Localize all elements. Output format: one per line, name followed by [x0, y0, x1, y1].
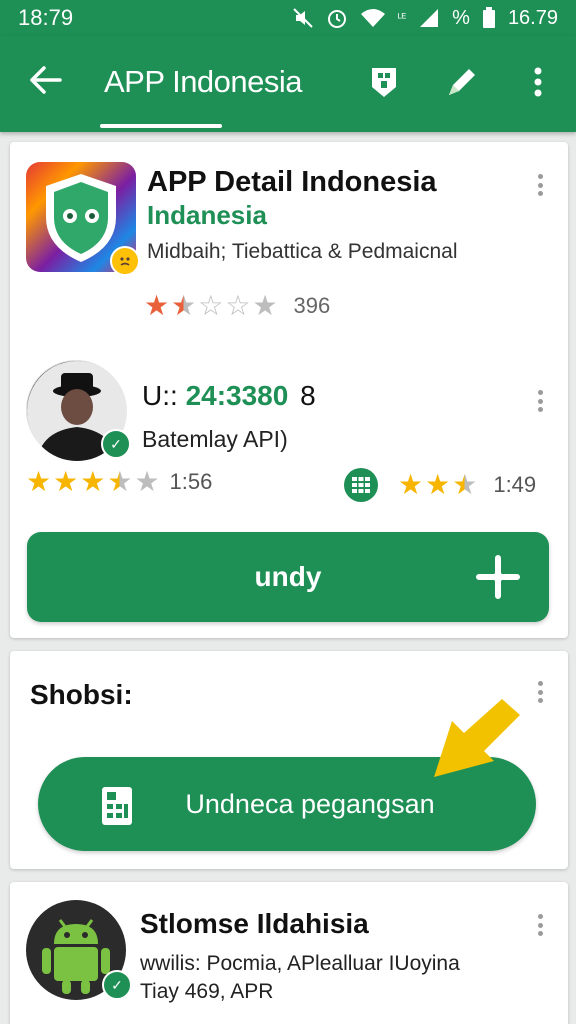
app-subtitle: Indanesia — [147, 200, 267, 230]
shortcut-button-label: Undneca pegangsan — [185, 788, 435, 819]
android-avatar[interactable]: ✓ — [26, 900, 132, 1000]
back-arrow-icon — [30, 66, 62, 94]
third-card: ✓ Stlomse Ildahisia wwilis: Pocmia, APle… — [10, 882, 568, 1024]
plus-icon — [476, 555, 520, 599]
calculator-icon — [102, 787, 132, 825]
mute-icon — [293, 8, 313, 28]
user-id-number: 24:3380 — [185, 380, 289, 411]
third-card-line2: Tiay 469, APR — [140, 980, 274, 1003]
back-button[interactable] — [26, 60, 66, 100]
shortcut-title: Shobsi: — [30, 679, 133, 710]
primary-action-button[interactable]: undy — [27, 532, 549, 622]
rating-star: ★ — [26, 466, 52, 497]
rating-star: ★ — [80, 466, 106, 497]
wifi-icon — [360, 9, 385, 27]
rating-star: ★ — [171, 290, 197, 321]
status-bar: 18:79 ᴸᴱ % 16.79 — [0, 0, 576, 36]
verified-icon: ✓ — [102, 970, 132, 1000]
right-time: 1:49 — [493, 472, 537, 497]
primary-action-label: undy — [254, 561, 322, 592]
pointer-arrow-icon — [434, 699, 520, 777]
user-more-button[interactable] — [530, 386, 550, 416]
rating-star: ☆ — [225, 290, 251, 321]
overflow-menu-button[interactable] — [518, 62, 558, 102]
status-right-time: 16.79 — [507, 6, 558, 29]
tag-icon — [372, 68, 396, 97]
alarm-icon — [327, 10, 346, 28]
emoji-badge-icon — [110, 246, 140, 276]
rating-star: ★ — [134, 466, 160, 497]
rating-star: ★ — [398, 469, 424, 500]
app-card-more-button[interactable] — [530, 170, 550, 200]
user-id: U:: 24:3380 8 — [142, 380, 316, 412]
rating-star: ★ — [107, 466, 133, 497]
verified-icon: ✓ — [101, 429, 131, 459]
rating-star: ★ — [252, 290, 278, 321]
page-title: APP Indonesia — [104, 64, 303, 99]
rating-star: ★ — [452, 469, 478, 500]
shortcut-more-button[interactable] — [530, 677, 550, 707]
third-card-more-button[interactable] — [530, 910, 550, 940]
app-category: Midbaih; Tiebattica & Pedmaicnal — [147, 240, 458, 263]
user-rating-right: ★ ★ ★ 1:49 — [344, 468, 536, 502]
user-rating-left: ★ ★ ★ ★ ★ 1:56 — [26, 468, 212, 496]
rating-star: ★ — [425, 469, 451, 500]
signal-icon — [420, 9, 439, 27]
battery-percent: % — [452, 6, 470, 29]
app-rating: ★ ★ ☆ ☆ ★ 396 — [144, 292, 330, 320]
battery-icon — [482, 7, 495, 28]
more-vert-icon — [534, 67, 542, 97]
left-time: 1:56 — [169, 469, 213, 494]
status-icons: ᴸᴱ % 16.79 — [292, 7, 558, 30]
rating-star: ★ — [144, 290, 170, 321]
app-icon[interactable] — [26, 162, 140, 276]
app-bar: APP Indonesia — [0, 36, 576, 132]
app-detail-card: APP Detail Indonesia Indanesia Midbaih; … — [10, 142, 568, 638]
user-label: Batemlay API) — [142, 426, 288, 452]
user-id-suffix: 8 — [300, 380, 316, 411]
user-avatar[interactable]: ✓ — [26, 360, 131, 461]
shortcut-card: Shobsi: Undneca pegangsan — [10, 651, 568, 869]
status-time: 18:79 — [18, 5, 74, 30]
app-title: APP Detail Indonesia — [147, 166, 437, 198]
tag-button[interactable] — [364, 62, 404, 102]
edit-icon — [449, 69, 475, 95]
rating-star: ★ — [53, 466, 79, 497]
rating-count: 396 — [293, 293, 331, 318]
grid-icon[interactable] — [344, 468, 378, 502]
third-card-line1: wwilis: Pocmia, APlealluar IUoyina — [140, 952, 460, 975]
title-underline — [100, 124, 222, 128]
edit-button[interactable] — [442, 62, 482, 102]
rating-star: ☆ — [198, 290, 224, 321]
third-card-title: Stlomse Ildahisia — [140, 908, 369, 939]
network-label: ᴸᴱ — [397, 12, 407, 24]
user-id-prefix: U:: — [142, 380, 178, 411]
